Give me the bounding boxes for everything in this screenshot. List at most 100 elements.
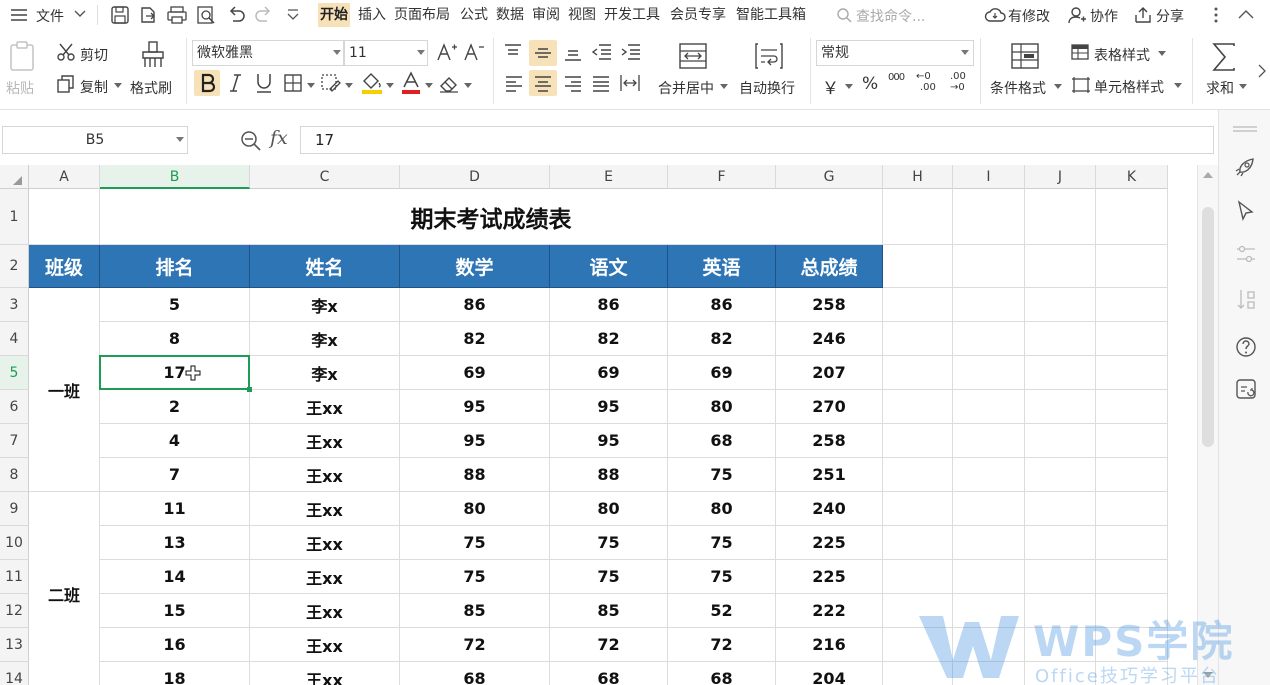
cut-button[interactable]: 剪切 — [80, 45, 108, 65]
fx-insert-function-button[interactable]: fx — [270, 127, 288, 149]
row-header-10[interactable]: 10 — [0, 526, 29, 560]
empty-cell[interactable] — [1025, 458, 1096, 492]
data-cell[interactable]: 270 — [776, 390, 883, 424]
thousands-separator-button[interactable]: 000 — [888, 72, 905, 83]
column-header-e[interactable]: E — [550, 165, 668, 189]
bold-icon[interactable] — [200, 73, 216, 93]
empty-cell[interactable] — [1096, 189, 1168, 245]
column-header-b[interactable]: B — [100, 165, 250, 189]
empty-cell[interactable] — [953, 245, 1025, 288]
row-header-11[interactable]: 11 — [0, 560, 29, 594]
align-left-icon[interactable] — [504, 75, 524, 93]
ribbon-scroll-right-icon[interactable] — [1258, 64, 1266, 78]
row-header-9[interactable]: 9 — [0, 492, 29, 526]
empty-cell[interactable] — [953, 356, 1025, 390]
format-painter-icon[interactable] — [140, 40, 166, 70]
row-header-8[interactable]: 8 — [0, 458, 29, 492]
copy-dropdown-chevron-icon[interactable] — [114, 83, 122, 89]
data-cell[interactable]: 王xx — [250, 662, 400, 685]
data-cell[interactable]: 222 — [776, 594, 883, 628]
tab-data[interactable]: 数据 — [496, 3, 524, 27]
empty-cell[interactable] — [953, 390, 1025, 424]
data-cell[interactable]: 86 — [400, 288, 550, 322]
data-cell[interactable]: 69 — [668, 356, 776, 390]
data-cell[interactable]: 68 — [400, 662, 550, 685]
empty-cell[interactable] — [953, 189, 1025, 245]
row-header-7[interactable]: 7 — [0, 424, 29, 458]
data-cell[interactable]: 207 — [776, 356, 883, 390]
data-cell[interactable]: 8 — [100, 322, 250, 356]
data-cell[interactable]: 王xx — [250, 390, 400, 424]
cloud-sync-icon[interactable] — [984, 6, 1006, 24]
font-color-icon[interactable] — [400, 71, 422, 95]
chevron-down-icon[interactable] — [345, 83, 353, 89]
data-cell[interactable]: 王xx — [250, 492, 400, 526]
column-header-k[interactable]: K — [1096, 165, 1168, 189]
collapse-ribbon-icon[interactable] — [1238, 9, 1254, 19]
tab-formulas[interactable]: 公式 — [460, 3, 488, 27]
data-cell[interactable]: 85 — [400, 594, 550, 628]
empty-cell[interactable] — [953, 322, 1025, 356]
zoom-formula-icon[interactable] — [240, 130, 262, 152]
undo-icon[interactable] — [226, 5, 246, 25]
tab-page-layout[interactable]: 页面布局 — [394, 3, 450, 27]
empty-cell[interactable] — [883, 458, 953, 492]
tab-smart-toolbox[interactable]: 智能工具箱 — [736, 3, 806, 27]
search-input[interactable]: 查找命令... — [856, 6, 925, 26]
empty-cell[interactable] — [1025, 322, 1096, 356]
empty-cell[interactable] — [1025, 492, 1096, 526]
table-header-cell[interactable]: 班级 — [29, 245, 100, 288]
row-header-6[interactable]: 6 — [0, 390, 29, 424]
table-header-cell[interactable]: 数学 — [400, 245, 550, 288]
data-cell[interactable]: 82 — [668, 322, 776, 356]
row-header-3[interactable]: 3 — [0, 288, 29, 322]
empty-cell[interactable] — [883, 424, 953, 458]
data-cell[interactable]: 11 — [100, 492, 250, 526]
merge-center-button[interactable]: 合并居中 — [658, 78, 714, 98]
align-right-icon[interactable] — [563, 75, 583, 93]
rocket-icon[interactable] — [1234, 156, 1256, 178]
data-cell[interactable]: 13 — [100, 526, 250, 560]
data-cell[interactable]: 75 — [668, 526, 776, 560]
increase-indent-icon[interactable] — [620, 43, 642, 61]
align-bottom-icon[interactable] — [563, 45, 583, 63]
data-cell[interactable]: 225 — [776, 526, 883, 560]
decrease-decimal-bottom[interactable]: →0 — [950, 82, 965, 93]
table-header-cell[interactable]: 姓名 — [250, 245, 400, 288]
data-cell[interactable]: 4 — [100, 424, 250, 458]
select-all-corner[interactable] — [0, 165, 29, 189]
font-name-select[interactable]: 微软雅黑 — [192, 40, 344, 66]
chevron-down-icon[interactable] — [845, 84, 853, 90]
wrap-text-icon[interactable] — [754, 42, 784, 70]
empty-cell[interactable] — [883, 288, 953, 322]
redo-icon[interactable] — [254, 5, 274, 25]
distributed-align-icon[interactable] — [619, 73, 641, 93]
data-cell[interactable]: 82 — [550, 322, 668, 356]
number-format-select[interactable]: 常规 — [816, 40, 974, 66]
data-cell[interactable]: 80 — [400, 492, 550, 526]
table-style-button[interactable]: 表格样式 — [1094, 45, 1150, 65]
data-cell[interactable]: 225 — [776, 560, 883, 594]
row-header-1[interactable]: 1 — [0, 189, 29, 245]
decrease-font-size-icon[interactable] — [463, 42, 485, 62]
chevron-down-icon[interactable] — [720, 84, 728, 90]
column-header-c[interactable]: C — [250, 165, 400, 189]
data-cell[interactable]: 258 — [776, 288, 883, 322]
data-cell[interactable]: 李x — [250, 356, 400, 390]
merge-center-icon[interactable] — [678, 42, 708, 70]
data-cell[interactable]: 69 — [400, 356, 550, 390]
data-cell[interactable]: 18 — [100, 662, 250, 685]
data-cell[interactable]: 240 — [776, 492, 883, 526]
empty-cell[interactable] — [883, 560, 953, 594]
empty-cell[interactable] — [1096, 492, 1168, 526]
share-button[interactable]: 分享 — [1156, 6, 1184, 26]
wrap-text-button[interactable]: 自动换行 — [739, 78, 795, 98]
active-cell[interactable]: 17 — [100, 356, 250, 390]
align-middle-icon[interactable] — [533, 45, 553, 63]
data-cell[interactable]: 2 — [100, 390, 250, 424]
data-cell[interactable]: 82 — [400, 322, 550, 356]
data-cell[interactable]: 72 — [550, 628, 668, 662]
empty-cell[interactable] — [1025, 245, 1096, 288]
empty-cell[interactable] — [1096, 560, 1168, 594]
data-cell[interactable]: 88 — [550, 458, 668, 492]
